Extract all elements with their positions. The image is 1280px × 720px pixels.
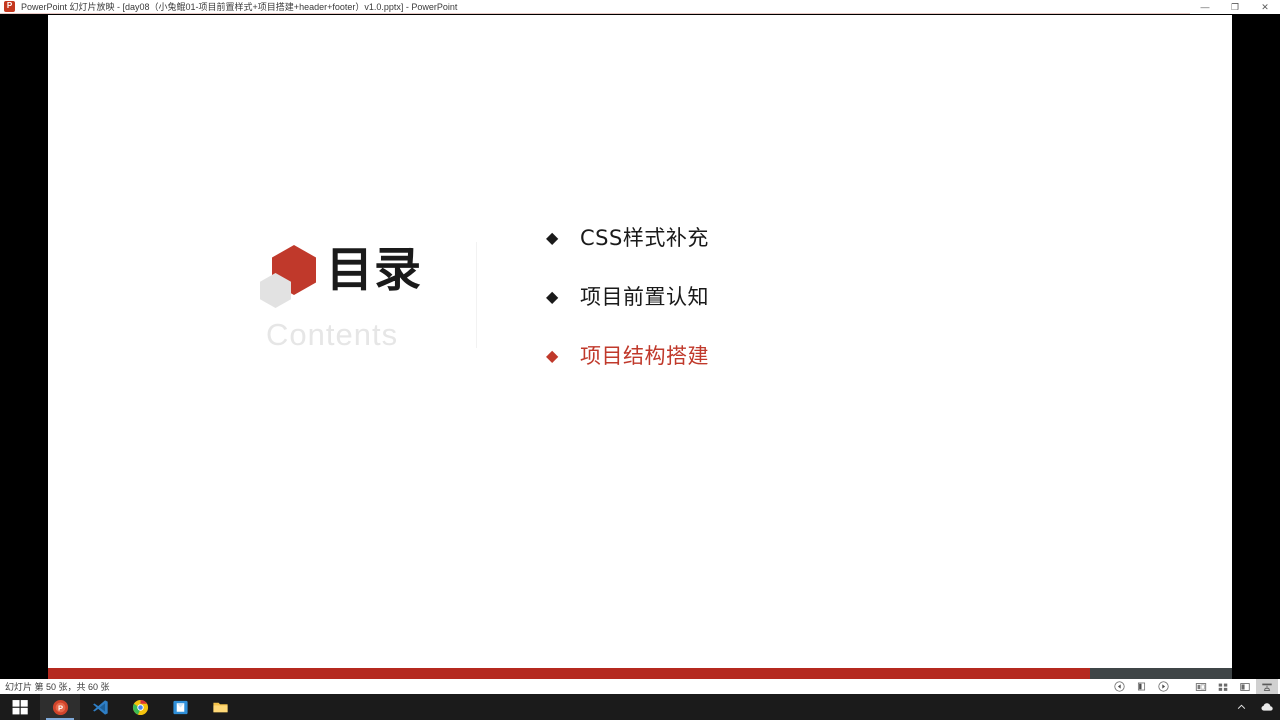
toc-item-1[interactable]: ◆ CSS样式补充 bbox=[546, 221, 946, 255]
maximize-button[interactable]: ❐ bbox=[1220, 0, 1250, 14]
slide-content: 目录 Contents ◆ CSS样式补充 ◆ 项目前置认知 ◆ 项目结构搭建 bbox=[48, 15, 1232, 681]
slide-sorter-view-icon[interactable] bbox=[1212, 679, 1234, 694]
previous-slide-icon[interactable] bbox=[1108, 679, 1130, 694]
cloud-sync-icon[interactable] bbox=[1254, 694, 1280, 720]
toc-item-label: CSS样式补充 bbox=[580, 226, 709, 250]
hexagon-logo-icon bbox=[260, 245, 320, 308]
slideshow-backdrop[interactable]: 目录 Contents ◆ CSS样式补充 ◆ 项目前置认知 ◆ 项目结构搭建 bbox=[0, 15, 1280, 694]
status-bar: 幻灯片 第 50 张，共 60 张 bbox=[0, 679, 1280, 694]
toc-item-3[interactable]: ◆ 项目结构搭建 bbox=[546, 339, 946, 373]
status-bar-icons bbox=[1108, 679, 1278, 694]
diamond-bullet-icon: ◆ bbox=[546, 346, 559, 365]
status-icon-spacer bbox=[1174, 679, 1190, 694]
slideshow-progress-track[interactable] bbox=[48, 668, 1232, 679]
powerpoint-icon bbox=[4, 0, 15, 12]
next-slide-icon[interactable] bbox=[1152, 679, 1174, 694]
powerpoint-taskbar-icon[interactable]: P bbox=[40, 694, 80, 720]
close-button[interactable]: ✕ bbox=[1250, 0, 1280, 14]
svg-text:P: P bbox=[57, 703, 62, 712]
toc-item-2[interactable]: ◆ 项目前置认知 bbox=[546, 280, 946, 314]
slide-counter-text: 幻灯片 第 50 张，共 60 张 bbox=[5, 682, 110, 692]
toc-item-list: ◆ CSS样式补充 ◆ 项目前置认知 ◆ 项目结构搭建 bbox=[546, 221, 946, 398]
show-hidden-icons-chevron[interactable] bbox=[1228, 694, 1254, 720]
slide-canvas[interactable]: 目录 Contents ◆ CSS样式补充 ◆ 项目前置认知 ◆ 项目结构搭建 bbox=[48, 15, 1232, 681]
window-title-text: PowerPoint 幻灯片放映 - [day08（小兔鲲01-项目前置样式+项… bbox=[21, 2, 458, 12]
toc-item-label: 项目结构搭建 bbox=[580, 344, 709, 368]
chrome-taskbar-icon[interactable] bbox=[120, 694, 160, 720]
system-tray bbox=[1228, 694, 1280, 720]
reading-view-icon[interactable] bbox=[1234, 679, 1256, 694]
slideshow-view-icon[interactable] bbox=[1256, 679, 1278, 694]
normal-view-icon[interactable] bbox=[1190, 679, 1212, 694]
toc-title-chinese: 目录 bbox=[326, 243, 422, 298]
windows-taskbar: P bbox=[0, 694, 1280, 720]
window-controls: — ❐ ✕ bbox=[1190, 0, 1280, 14]
diamond-bullet-icon: ◆ bbox=[546, 228, 559, 247]
blue-app-taskbar-icon[interactable] bbox=[160, 694, 200, 720]
vertical-divider bbox=[476, 242, 477, 348]
toc-title-english: Contents bbox=[266, 317, 399, 352]
diamond-bullet-icon: ◆ bbox=[546, 287, 559, 306]
toc-heading-block: 目录 Contents bbox=[260, 237, 485, 357]
start-button-icon[interactable] bbox=[0, 694, 40, 720]
toc-item-label: 项目前置认知 bbox=[580, 285, 709, 309]
vscode-taskbar-icon[interactable] bbox=[80, 694, 120, 720]
file-explorer-taskbar-icon[interactable] bbox=[200, 694, 240, 720]
slideshow-progress-fill bbox=[48, 668, 1090, 679]
window-title-bar: PowerPoint 幻灯片放映 - [day08（小兔鲲01-项目前置样式+项… bbox=[0, 0, 1280, 14]
pause-slide-icon[interactable] bbox=[1130, 679, 1152, 694]
minimize-button[interactable]: — bbox=[1190, 0, 1220, 14]
